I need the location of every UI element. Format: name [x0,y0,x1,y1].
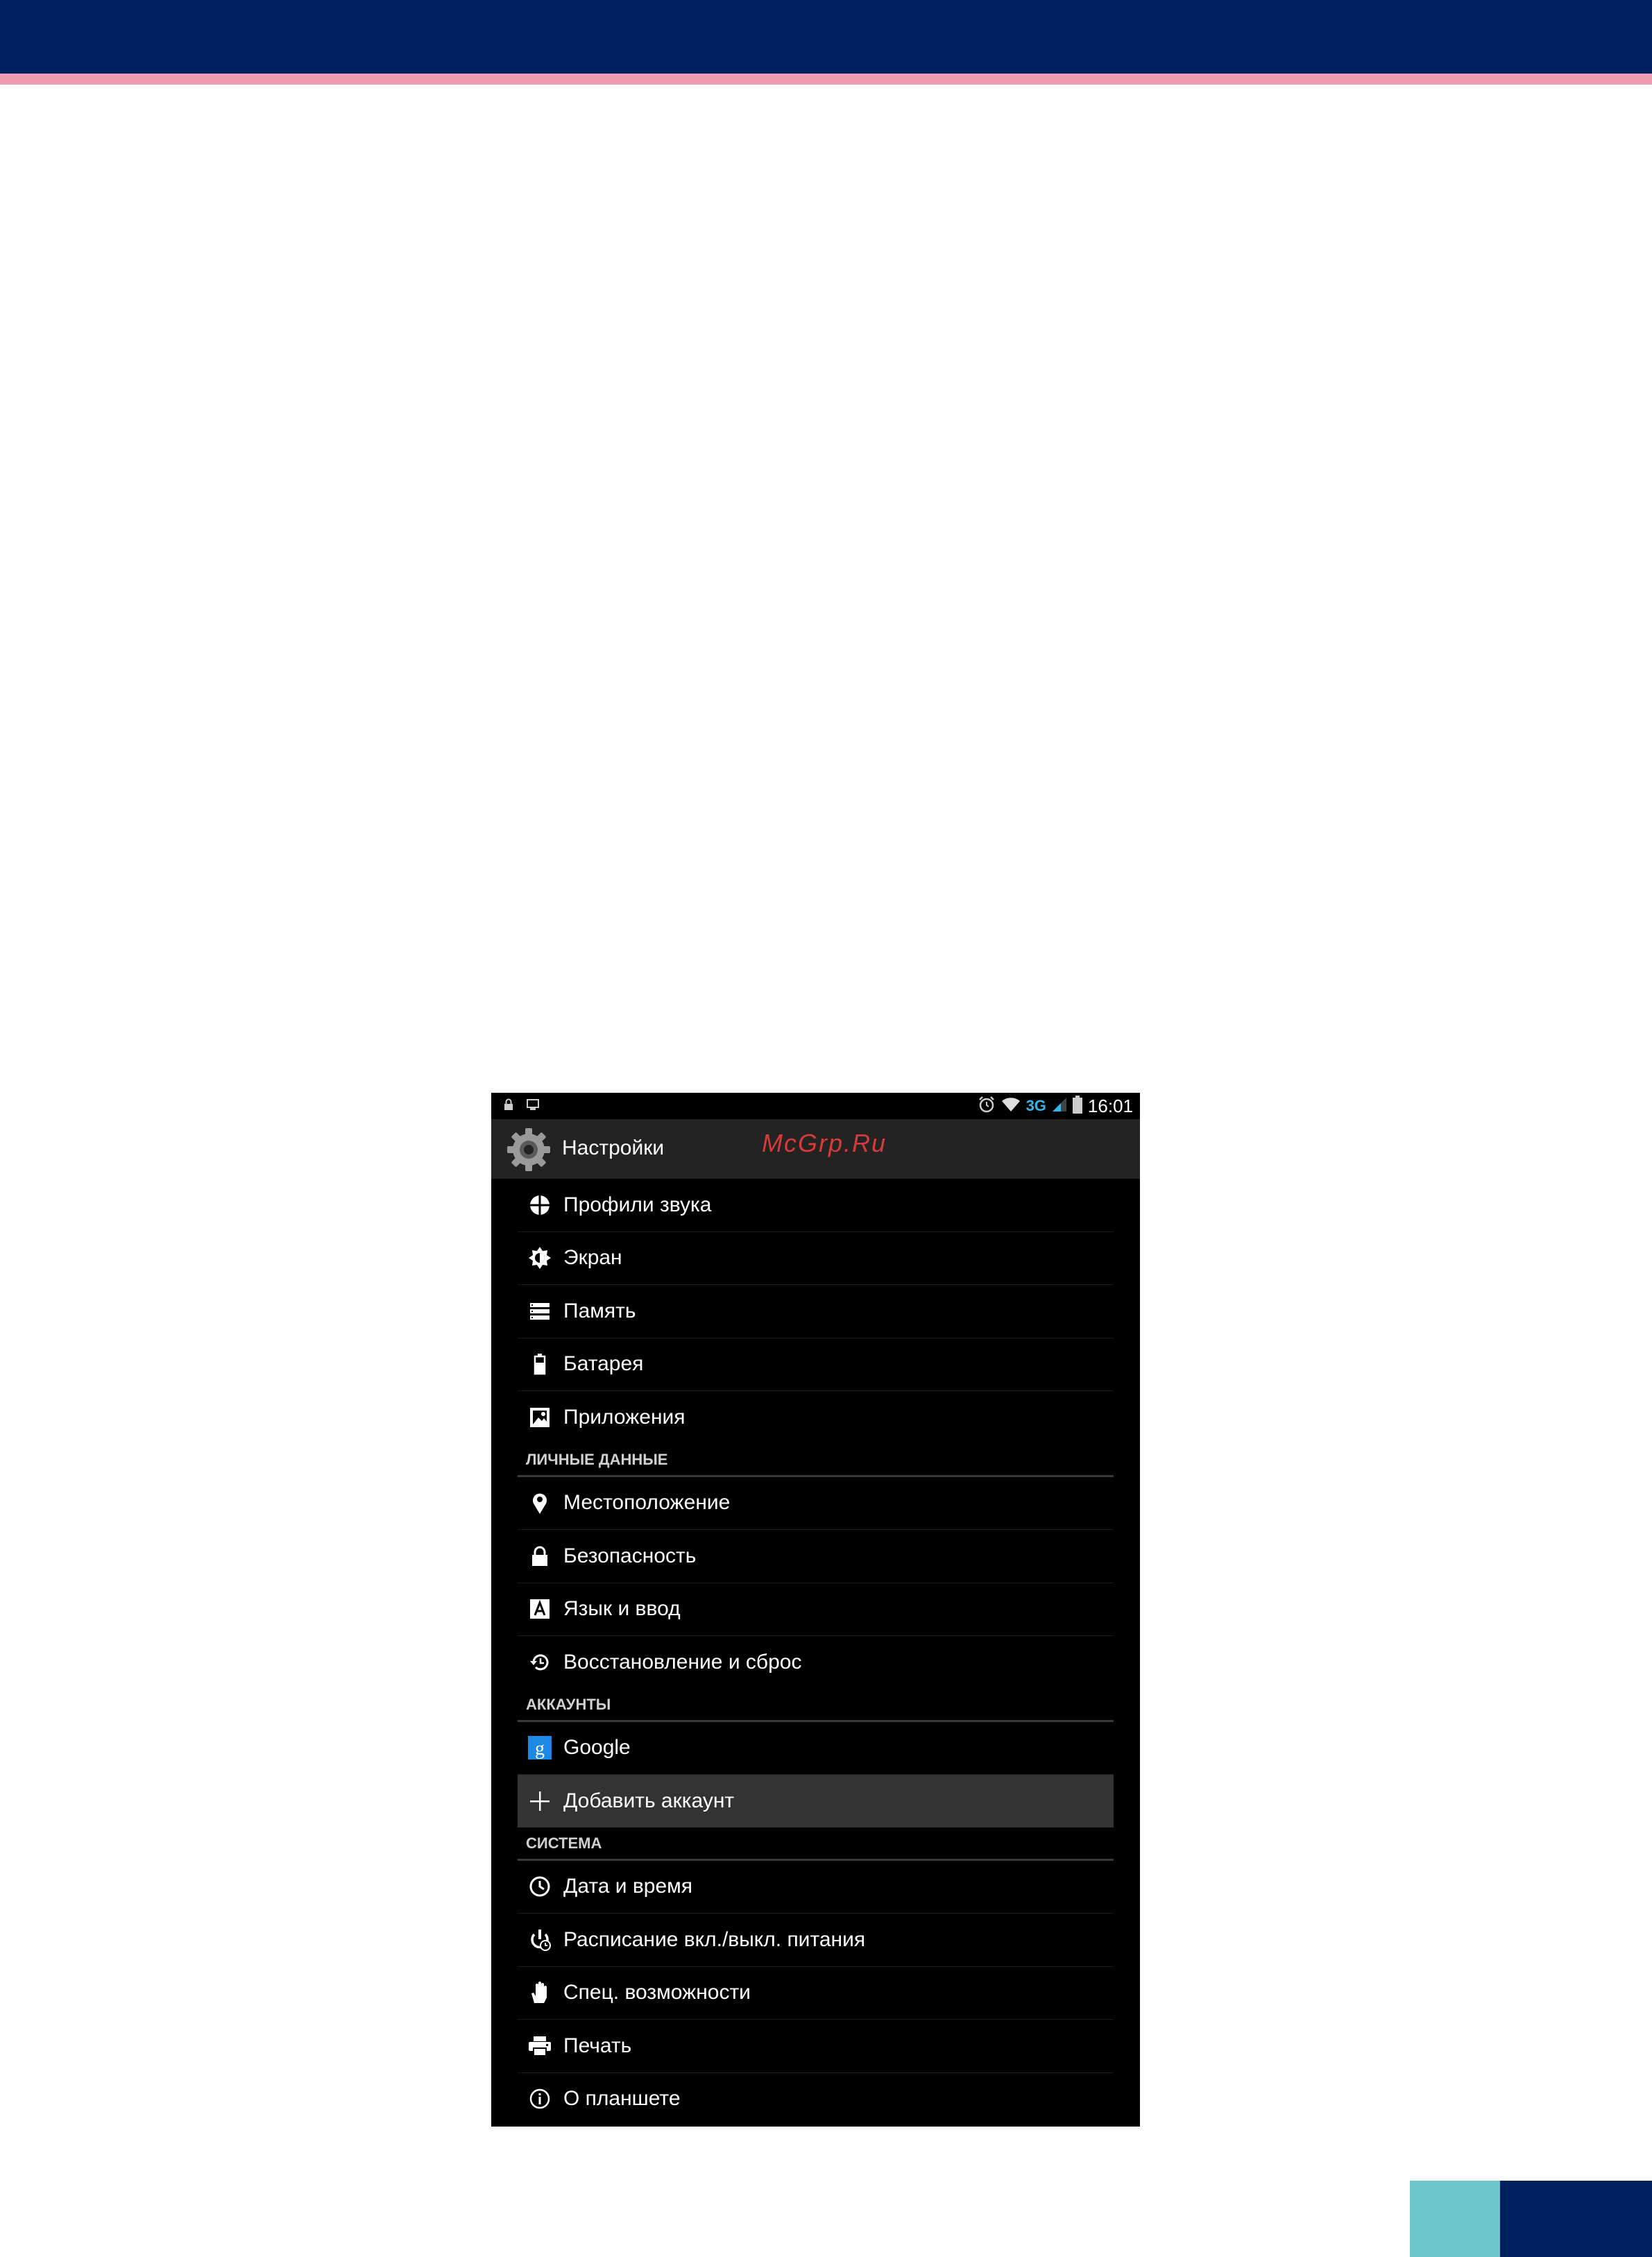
settings-item-apps[interactable]: Приложения [518,1391,1114,1444]
settings-item-label: Батарея [563,1352,644,1376]
action-bar: Настройки McGrp.Ru [491,1119,1140,1179]
settings-item-location[interactable]: Местоположение [518,1477,1114,1530]
settings-item-language-input[interactable]: Язык и ввод [518,1583,1114,1636]
status-time: 16:01 [1087,1095,1133,1116]
settings-item-sound-profiles[interactable]: Профили звука [518,1179,1114,1232]
lock-icon [504,1098,513,1114]
settings-item-label: Приложения [563,1405,686,1429]
svg-text:g: g [535,1738,545,1760]
settings-item-label: Расписание вкл./выкл. питания [563,1927,866,1951]
info-icon [526,2085,554,2113]
settings-item-add-account[interactable]: Добавить аккаунт [518,1775,1114,1828]
section-header-accounts: АККАУНТЫ [518,1689,1114,1722]
settings-list: Профили звука Экран Память Батарея Прило… [491,1179,1140,2125]
settings-item-accessibility[interactable]: Спец. возможности [518,1967,1114,2020]
settings-item-label: Безопасность [563,1544,697,1567]
battery-icon [1072,1095,1082,1117]
section-header-label: ЛИЧНЫЕ ДАННЫЕ [526,1450,668,1468]
network-type-label: 3G [1025,1097,1046,1114]
page-header-stripe [0,74,1652,85]
settings-item-label: Восстановление и сброс [563,1650,802,1673]
footer-accent-navy [1500,2181,1652,2257]
settings-item-security[interactable]: Безопасность [518,1530,1114,1583]
settings-item-label: О планшете [563,2087,681,2111]
restore-icon [526,1649,554,1676]
settings-item-google[interactable]: g Google [518,1722,1114,1775]
location-icon [526,1489,554,1517]
settings-item-label: Google [563,1736,631,1760]
settings-item-label: Спец. возможности [563,1981,751,2004]
printer-icon [526,2032,554,2060]
settings-item-printing[interactable]: Печать [518,2020,1114,2073]
screenshot-icon [526,1098,540,1114]
power-schedule-icon [526,1926,554,1954]
settings-item-backup-reset[interactable]: Восстановление и сброс [518,1636,1114,1689]
plus-icon [526,1787,554,1815]
storage-icon [526,1297,554,1325]
keyboard-icon [526,1595,554,1623]
settings-item-display[interactable]: Экран [518,1232,1114,1285]
section-header-personal: ЛИЧНЫЕ ДАННЫЕ [518,1444,1114,1477]
android-screenshot: 3G 16:01 Настройки McGrp.Ru Профили звук… [491,1093,1140,2127]
settings-item-label: Язык и ввод [563,1597,681,1621]
lock-icon [526,1542,554,1570]
settings-item-label: Дата и время [563,1875,693,1898]
section-header-system: СИСТЕМА [518,1828,1114,1861]
wifi-icon [1001,1096,1021,1116]
watermark: McGrp.Ru [762,1129,887,1157]
display-icon [526,1244,554,1272]
section-header-label: СИСТЕМА [526,1834,602,1852]
settings-item-about-tablet[interactable]: О планшете [518,2073,1114,2126]
settings-item-date-time[interactable]: Дата и время [518,1861,1114,1914]
gear-icon[interactable] [505,1126,552,1173]
settings-item-label: Профили звука [563,1193,712,1216]
settings-item-label: Экран [563,1246,622,1270]
settings-item-storage[interactable]: Память [518,1285,1114,1338]
settings-item-label: Память [563,1299,636,1322]
sound-profile-icon [526,1191,554,1219]
settings-item-power-schedule[interactable]: Расписание вкл./выкл. питания [518,1914,1114,1967]
section-header-label: АККАУНТЫ [526,1695,611,1713]
apps-icon [526,1404,554,1431]
accessibility-icon [526,1979,554,2007]
footer-accent-teal [1410,2181,1500,2257]
clock-icon [526,1873,554,1900]
settings-item-label: Добавить аккаунт [563,1789,735,1812]
page-title: Настройки [562,1136,665,1159]
signal-icon [1052,1097,1067,1116]
alarm-icon [978,1096,996,1117]
battery-icon [526,1350,554,1378]
status-bar: 3G 16:01 [491,1093,1140,1119]
google-icon: g [526,1734,554,1762]
settings-item-battery[interactable]: Батарея [518,1338,1114,1391]
settings-item-label: Местоположение [563,1491,731,1515]
settings-item-label: Печать [563,2034,632,2057]
page-header-bar [0,0,1652,74]
